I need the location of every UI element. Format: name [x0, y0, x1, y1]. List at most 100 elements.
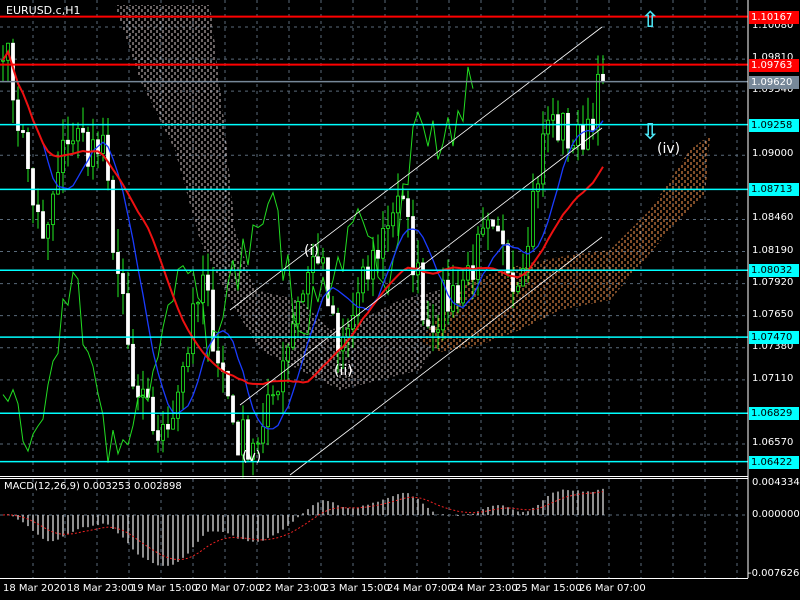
candle-bear — [156, 430, 160, 441]
candle-bear — [501, 230, 505, 245]
candle-bull — [356, 292, 360, 316]
candle-bear — [231, 395, 235, 423]
candle-bull — [381, 227, 385, 259]
candle-bull — [386, 225, 390, 229]
candle-bear — [336, 312, 340, 352]
candle-bull — [346, 328, 350, 338]
candle-bull — [461, 279, 465, 304]
time-tick: 24 Mar 07:00 — [387, 583, 454, 594]
chart-symbol-title: EURUSD.c,H1 — [6, 4, 81, 17]
level-price-label: 1.08713 — [749, 183, 799, 197]
candle-bull — [56, 172, 60, 195]
candle-bull — [306, 272, 310, 295]
candle-bull — [261, 426, 265, 444]
candles — [1, 38, 605, 478]
candle-bull — [76, 128, 80, 142]
candle-bear — [16, 99, 20, 131]
candle-bear — [496, 225, 500, 232]
price-tick: 1.07110 — [752, 372, 794, 384]
ichimoku-cloud-bullish — [420, 135, 710, 352]
candle-bull — [191, 303, 195, 355]
time-tick: 26 Mar 07:00 — [579, 583, 646, 594]
level-price-label: 1.10167 — [749, 10, 799, 24]
candle-bull — [371, 249, 375, 280]
candle-bull — [101, 134, 105, 154]
candle-bull — [541, 133, 545, 185]
candle-bull — [396, 195, 400, 214]
candle-bull — [441, 279, 445, 331]
wave-label-ii: (ii) — [334, 363, 353, 379]
time-tick: 20 Mar 07:00 — [195, 583, 262, 594]
up-arrow-icon: ⇧ — [641, 8, 660, 33]
candle-bear — [206, 274, 210, 291]
candle-bull — [526, 245, 530, 269]
candle-bull — [161, 424, 165, 441]
candle-bull — [196, 302, 200, 305]
chart-canvas[interactable] — [0, 0, 800, 600]
candle-bull — [536, 183, 540, 192]
down-arrow-icon: ⇩ — [641, 120, 660, 145]
candle-bull — [451, 285, 455, 312]
level-price-label: 1.09258 — [749, 118, 799, 132]
level-price-label: 1.06829 — [749, 407, 799, 421]
candle-bull — [291, 323, 295, 348]
candle-bear — [21, 130, 25, 133]
time-tick: 18 Mar 23:00 — [67, 583, 134, 594]
macd-indicator-label: MACD(12,26,9) 0.003253 0.002898 — [4, 481, 182, 492]
wave-label-iv: (iv) — [657, 141, 681, 157]
candle-bull — [296, 301, 300, 325]
candle-bear — [506, 243, 510, 274]
wave-label-v: (v) — [242, 449, 262, 465]
candle-bear — [81, 128, 85, 133]
candle-bear — [556, 114, 560, 141]
candle-bear — [136, 385, 140, 398]
candle-bull — [481, 227, 485, 235]
candle-bull — [521, 268, 525, 287]
candle-bull — [276, 391, 280, 396]
candle-bull — [391, 212, 395, 227]
candle-bear — [471, 265, 475, 280]
price-tick: 1.08460 — [752, 212, 794, 224]
candle-bear — [41, 211, 45, 239]
price-tick: 1.06570 — [752, 436, 794, 448]
candle-bear — [491, 219, 495, 227]
candle-bear — [566, 112, 570, 149]
candle-bull — [321, 257, 325, 264]
candle-bear — [431, 325, 435, 333]
candle-bull — [181, 366, 185, 393]
candle-bull — [201, 274, 205, 303]
candle-bull — [436, 329, 440, 333]
candle-bear — [426, 319, 430, 327]
candle-bear — [331, 305, 335, 314]
macd-axis-min: -0.007626 — [748, 568, 800, 579]
candle-bull — [551, 114, 555, 121]
candle-bear — [31, 168, 35, 206]
candle-bear — [236, 421, 240, 456]
candle-bear — [36, 204, 40, 213]
macd-axis-max: 0.004334 — [752, 477, 800, 488]
candle-bull — [281, 360, 285, 393]
candle-bull — [271, 394, 275, 397]
price-tick: 1.07920 — [752, 276, 794, 288]
candle-bear — [376, 249, 380, 259]
candle-bear — [131, 343, 135, 387]
candle-bear — [121, 273, 125, 294]
candle-bull — [531, 190, 535, 247]
candle-bear — [166, 424, 170, 430]
candle-bull — [46, 224, 50, 239]
time-tick: 18 Mar 2020 — [3, 583, 67, 594]
wave-label-i: (i) — [304, 243, 319, 259]
candle-bear — [366, 266, 370, 280]
time-tick: 19 Mar 15:00 — [131, 583, 198, 594]
price-tick: 1.08190 — [752, 244, 794, 256]
level-price-label: 1.06422 — [749, 455, 799, 469]
time-tick: 22 Mar 23:00 — [259, 583, 326, 594]
price-channel — [229, 26, 603, 476]
candle-bull — [301, 293, 305, 302]
candle-bear — [106, 134, 110, 181]
candle-bull — [186, 353, 190, 368]
candle-bull — [476, 233, 480, 280]
time-tick: 23 Mar 15:00 — [323, 583, 390, 594]
candle-bull — [546, 119, 550, 135]
candle-bear — [66, 139, 70, 145]
